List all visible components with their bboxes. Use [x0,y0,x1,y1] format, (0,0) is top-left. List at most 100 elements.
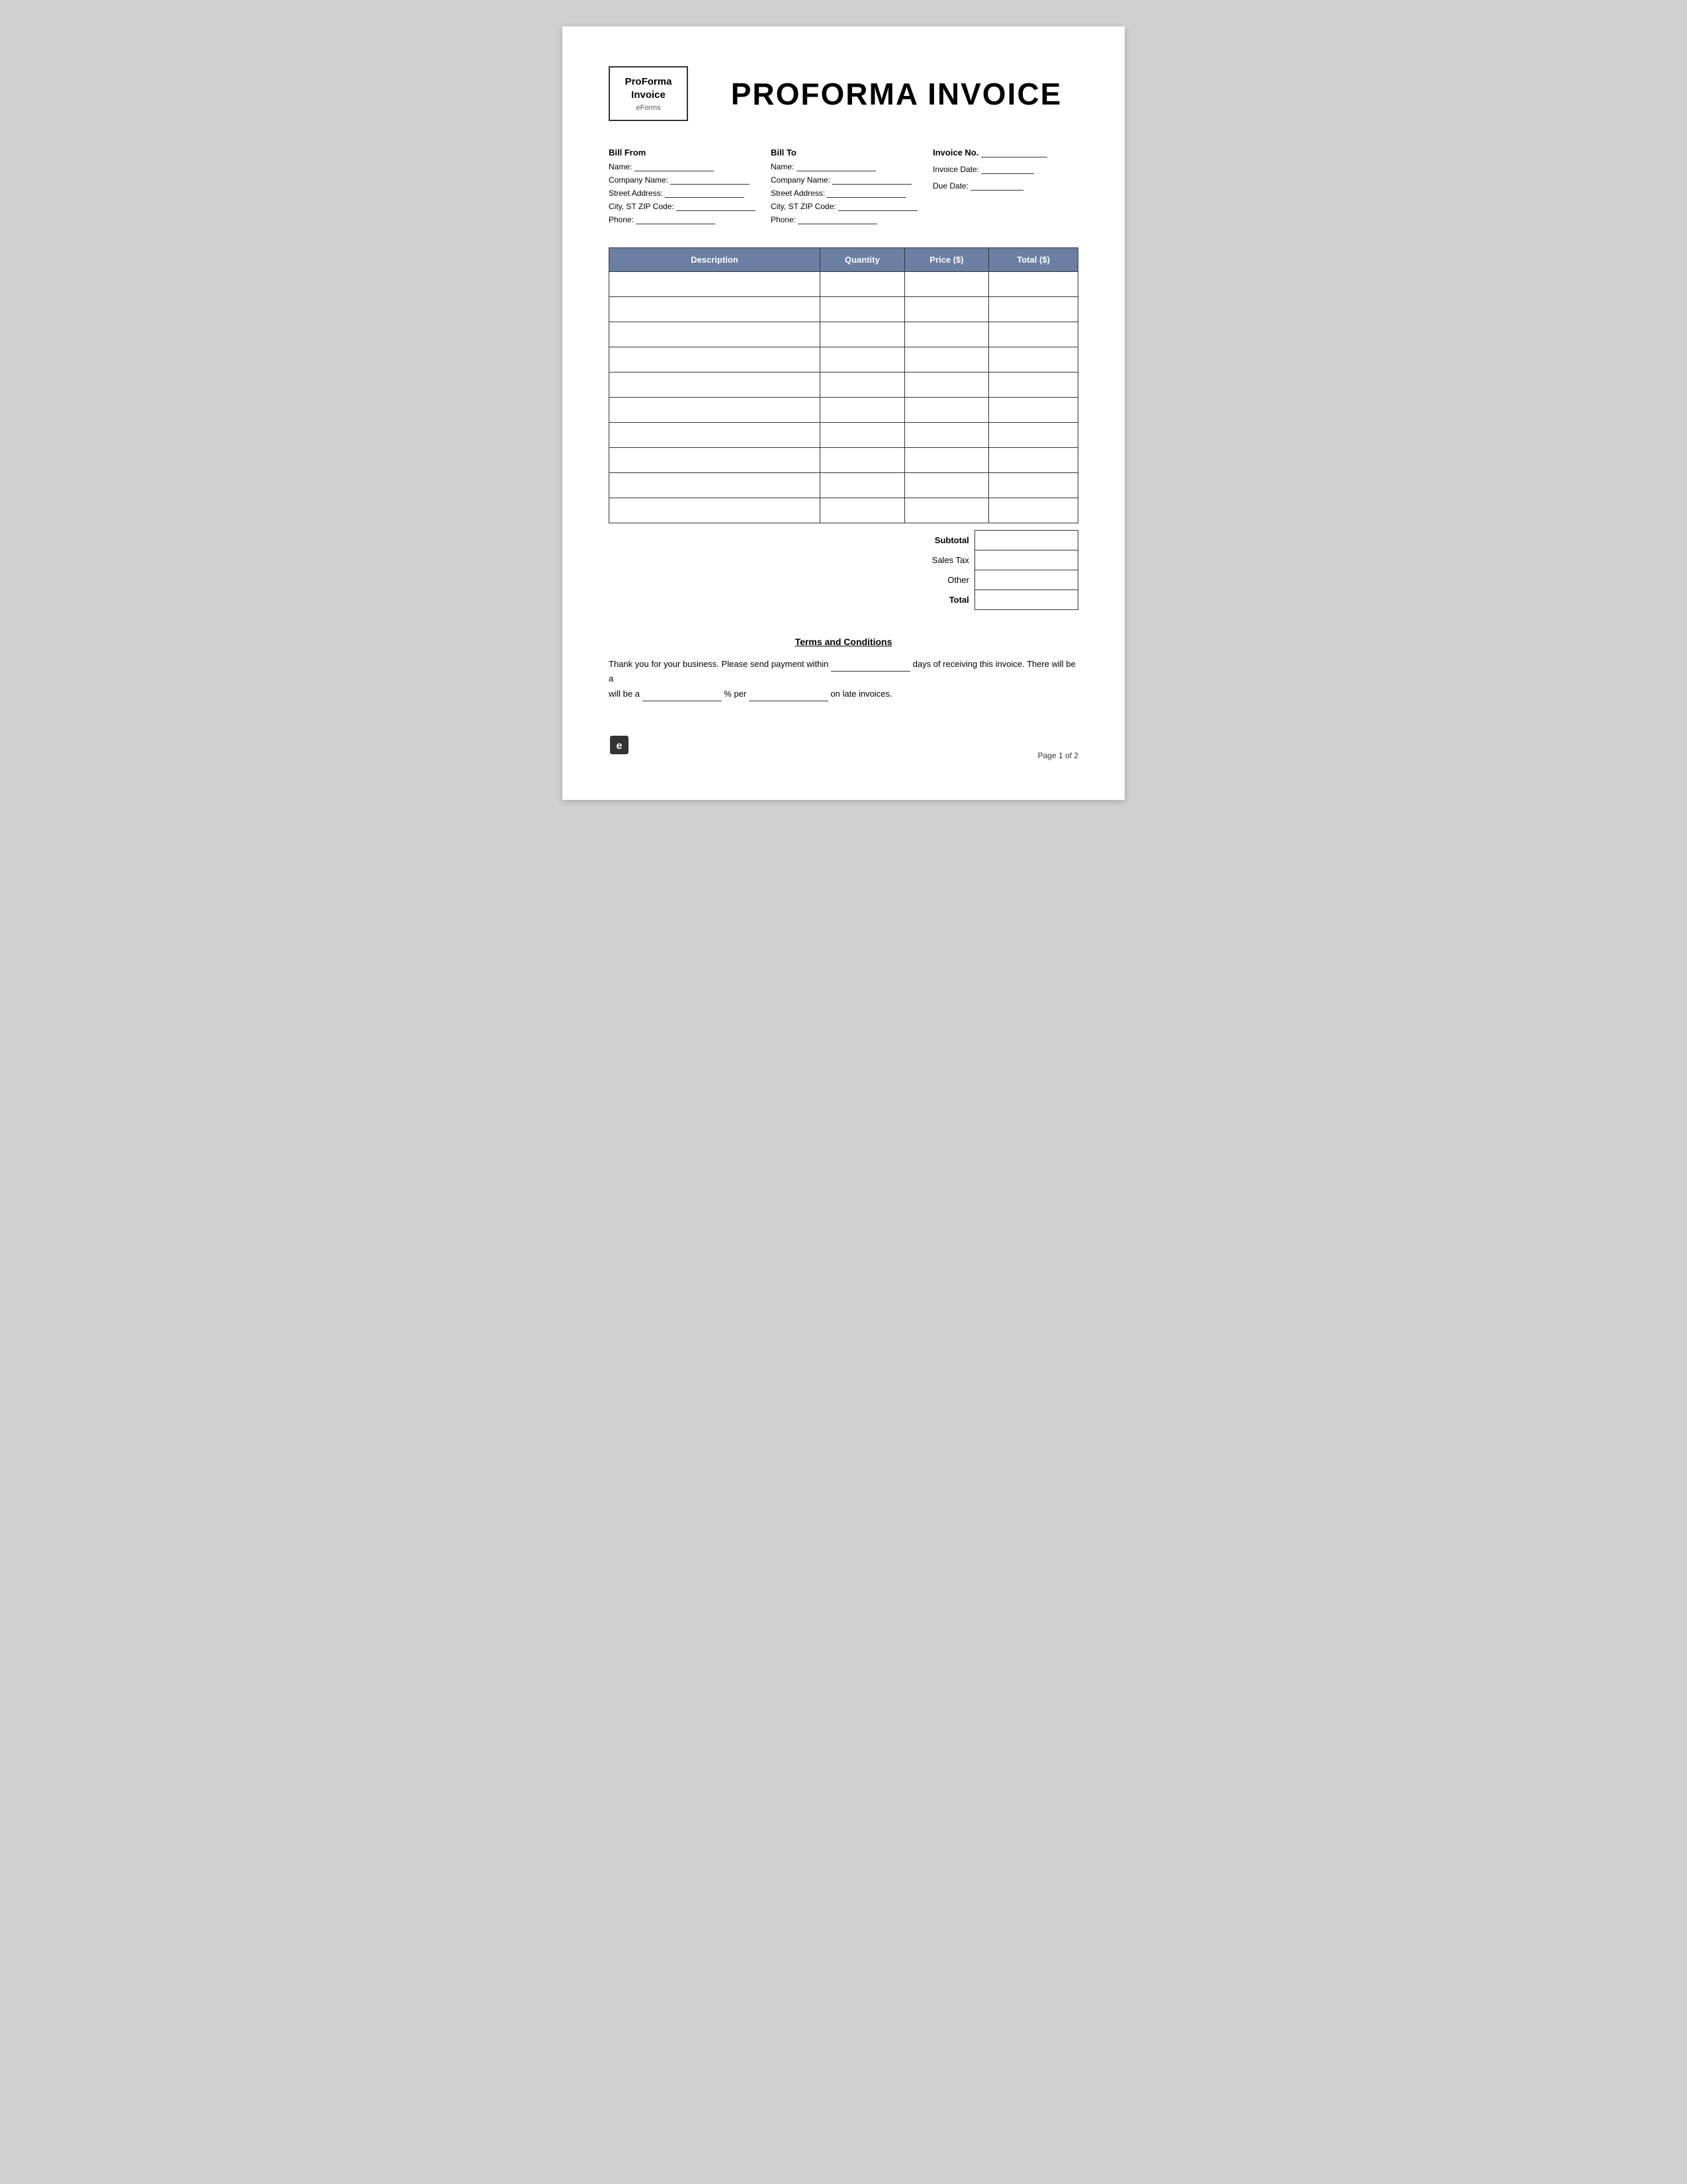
due-date-value[interactable] [971,181,1023,191]
bill-from-phone-label: Phone: [609,215,634,224]
invoice-no-label: Invoice No. [933,148,978,157]
terms-section: Terms and Conditions Thank you for your … [609,636,1078,701]
row-description[interactable] [609,272,820,297]
footer: e Page 1 of 2 [609,734,1078,760]
bill-from-address-value[interactable] [665,188,744,198]
totals-section: Subtotal Sales Tax Other Total [609,530,1078,610]
terms-days-blank[interactable] [831,656,910,672]
terms-per-blank[interactable] [749,686,828,701]
bill-from-company-value[interactable] [670,175,750,185]
row-price[interactable] [904,398,989,423]
subtotal-label: Subtotal [904,531,974,550]
header: ProFormaInvoice eForms PROFORMA INVOICE [609,66,1078,121]
row-total[interactable] [989,498,1078,523]
row-total[interactable] [989,448,1078,473]
bill-to-name-value[interactable] [797,161,876,171]
row-description[interactable] [609,423,820,448]
bill-from-company-label: Company Name: [609,175,668,185]
bill-from-name-value[interactable] [634,161,714,171]
row-description[interactable] [609,473,820,498]
invoice-table: Description Quantity Price ($) Total ($) [609,247,1078,523]
terms-percent-blank[interactable] [642,686,722,701]
bill-to-city-value[interactable] [838,201,918,211]
bill-to-city-label: City, ST ZIP Code: [771,202,836,211]
row-price[interactable] [904,347,989,372]
row-description[interactable] [609,448,820,473]
row-price[interactable] [904,473,989,498]
row-total[interactable] [989,297,1078,322]
row-quantity[interactable] [820,272,905,297]
row-description[interactable] [609,297,820,322]
row-description[interactable] [609,322,820,347]
row-description[interactable] [609,398,820,423]
invoice-page: ProFormaInvoice eForms PROFORMA INVOICE … [562,26,1125,800]
row-total[interactable] [989,473,1078,498]
terms-text-part3: % per [724,689,746,699]
row-quantity[interactable] [820,372,905,398]
row-quantity[interactable] [820,297,905,322]
row-quantity[interactable] [820,322,905,347]
table-row [609,322,1078,347]
row-quantity[interactable] [820,347,905,372]
row-description[interactable] [609,372,820,398]
eforms-icon: e [609,734,630,760]
bill-from-city-value[interactable] [676,201,756,211]
bill-to-address-label: Street Address: [771,189,825,198]
due-date-label: Due Date: [933,181,969,191]
row-quantity[interactable] [820,448,905,473]
logo-title: ProFormaInvoice [622,75,675,101]
sales-tax-value[interactable] [974,550,1078,570]
bill-to-address-value[interactable] [827,188,906,198]
table-row [609,297,1078,322]
row-total[interactable] [989,372,1078,398]
row-price[interactable] [904,448,989,473]
row-total[interactable] [989,423,1078,448]
bill-from-phone: Phone: [609,214,757,224]
other-label: Other [904,570,974,590]
bill-to-company: Company Name: [771,175,920,185]
bill-from-city-label: City, ST ZIP Code: [609,202,674,211]
bill-to-phone-value[interactable] [798,214,877,224]
row-description[interactable] [609,347,820,372]
invoice-no-value[interactable] [981,148,1047,157]
row-total[interactable] [989,322,1078,347]
other-value[interactable] [974,570,1078,590]
table-row [609,423,1078,448]
row-quantity[interactable] [820,398,905,423]
bill-from-city: City, ST ZIP Code: [609,201,757,211]
col-header-description: Description [609,248,820,272]
bill-to-name-label: Name: [771,162,794,171]
bill-from-company: Company Name: [609,175,757,185]
table-row [609,372,1078,398]
terms-text-part1: Thank you for your business. Please send… [609,659,828,669]
table-row [609,498,1078,523]
invoice-date-value[interactable] [981,164,1034,174]
subtotal-value[interactable] [974,531,1078,550]
row-description[interactable] [609,498,820,523]
row-total[interactable] [989,272,1078,297]
row-total[interactable] [989,347,1078,372]
row-price[interactable] [904,372,989,398]
row-price[interactable] [904,272,989,297]
eforms-logo-icon: e [609,734,630,756]
row-total[interactable] [989,398,1078,423]
row-quantity[interactable] [820,473,905,498]
bill-from-phone-value[interactable] [636,214,715,224]
row-quantity[interactable] [820,498,905,523]
row-quantity[interactable] [820,423,905,448]
bill-from-name: Name: [609,161,757,171]
other-row: Other [904,570,1078,590]
row-price[interactable] [904,423,989,448]
invoice-date-label: Invoice Date: [933,165,979,174]
logo-subtitle: eForms [622,104,675,112]
bill-from-address: Street Address: [609,188,757,198]
terms-text-part4: on late invoices. [830,689,892,699]
bill-to-company-value[interactable] [832,175,912,185]
row-price[interactable] [904,322,989,347]
bill-from-address-label: Street Address: [609,189,663,198]
row-price[interactable] [904,498,989,523]
sales-tax-label: Sales Tax [904,550,974,570]
col-header-quantity: Quantity [820,248,905,272]
row-price[interactable] [904,297,989,322]
total-value[interactable] [974,590,1078,610]
